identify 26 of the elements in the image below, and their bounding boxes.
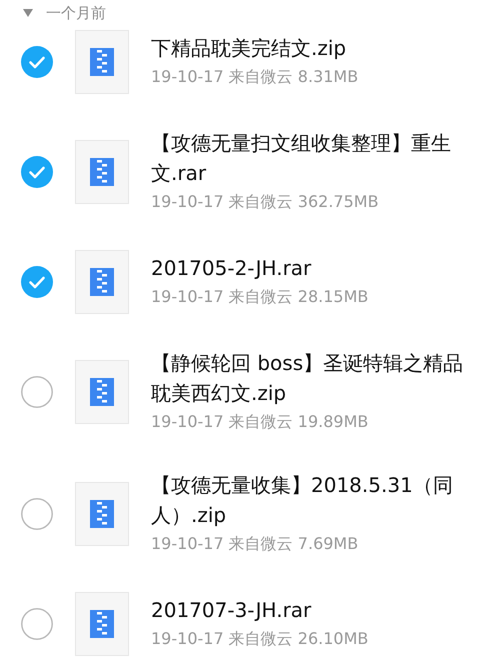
file-name: 【攻德无量扫文组收集整理】重生文.rar bbox=[151, 130, 452, 187]
zip-file-icon bbox=[75, 140, 129, 204]
checked-circle-icon[interactable] bbox=[21, 266, 53, 298]
file-name: 201705-2-JH.rar bbox=[151, 255, 312, 282]
file-details: 19-10-17 来自微云 28.15MB bbox=[151, 286, 370, 308]
checked-circle-icon[interactable] bbox=[21, 156, 53, 188]
file-details: 19-10-17 来自微云 362.75MB bbox=[151, 191, 380, 213]
empty-circle-icon[interactable] bbox=[21, 498, 53, 530]
file-details: 19-10-17 来自微云 8.31MB bbox=[151, 66, 360, 88]
file-name: 201707-3-JH.rar bbox=[151, 597, 312, 624]
zip-file-icon bbox=[75, 360, 129, 424]
zip-file-icon bbox=[75, 592, 129, 656]
empty-circle-icon[interactable] bbox=[21, 376, 53, 408]
empty-circle-icon[interactable] bbox=[21, 608, 53, 640]
file-details: 19-10-17 来自微云 7.69MB bbox=[151, 533, 360, 555]
checked-circle-icon[interactable] bbox=[21, 46, 53, 78]
file-name: 【攻德无量收集】2018.5.31（同人）.zip bbox=[151, 472, 454, 529]
zip-file-icon bbox=[75, 250, 129, 314]
zip-file-icon bbox=[75, 30, 129, 94]
collapse-triangle-icon[interactable] bbox=[22, 8, 34, 18]
file-name: 下精品耽美完结文.zip bbox=[151, 35, 348, 62]
file-name: 【静候轮回 boss】圣诞特辑之精品耽美西幻文.zip bbox=[151, 350, 464, 407]
file-details: 19-10-17 来自微云 19.89MB bbox=[151, 411, 370, 433]
section-title: 一个月前 bbox=[46, 4, 106, 22]
zip-file-icon bbox=[75, 482, 129, 546]
file-details: 19-10-17 来自微云 26.10MB bbox=[151, 628, 370, 650]
